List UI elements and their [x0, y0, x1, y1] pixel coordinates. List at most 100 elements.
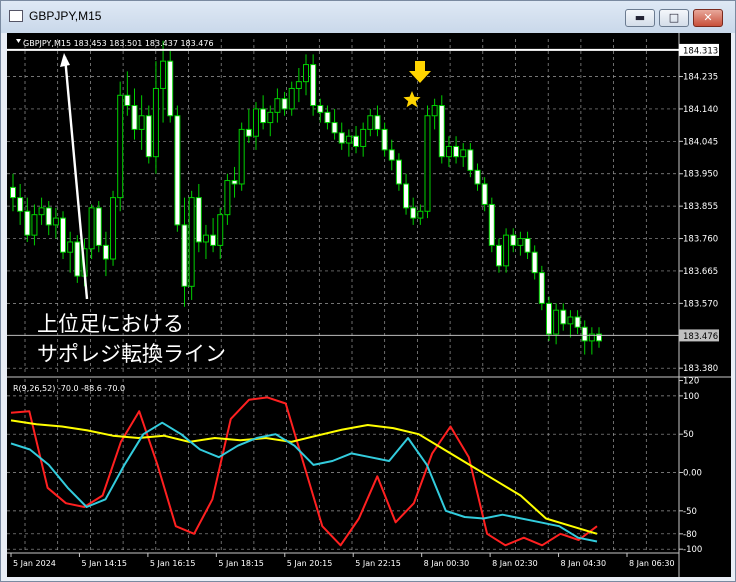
candle — [403, 173, 410, 215]
candle-body-bull — [110, 197, 117, 260]
time-tick-label: 5 Jan 18:15 — [218, 559, 264, 568]
candle — [260, 95, 267, 130]
price-candles — [10, 40, 602, 355]
candle-body-bear — [510, 234, 517, 246]
candle-body-bull — [217, 214, 224, 246]
candle-body-bear — [574, 316, 581, 328]
candle — [295, 67, 302, 103]
close-button[interactable]: ✕ — [693, 9, 723, 27]
candle — [145, 105, 152, 164]
candle-body-bear — [174, 115, 181, 226]
candle — [574, 310, 581, 335]
time-tick-label: 8 Jan 04:30 — [561, 559, 607, 568]
candle-body-bear — [495, 244, 502, 267]
window-title: GBPJPY,M15 — [29, 9, 102, 23]
candle — [245, 108, 252, 144]
candle-body-bear — [45, 207, 52, 226]
candle-body-bear — [338, 132, 345, 144]
close-icon: ✕ — [703, 11, 713, 24]
candle-body-bear — [560, 309, 567, 325]
chart-svg[interactable]: 184.235 184.140 184.045 183.950 183.855 183.7… — [7, 33, 731, 577]
candle-body-bear — [231, 180, 238, 185]
minimize-button[interactable]: ▬ — [625, 9, 655, 27]
candle-body-bear — [74, 241, 81, 277]
candle-body-bull — [445, 145, 452, 158]
chart-area[interactable]: 184.235 184.140 184.045 183.950 183.855 183.7… — [7, 33, 731, 577]
candle-body-bull — [295, 81, 302, 89]
candle-body-bull — [367, 115, 374, 130]
candle — [202, 224, 209, 260]
candle-body-bear — [10, 186, 16, 199]
candle-body-bull — [224, 180, 231, 216]
candle — [560, 303, 567, 331]
candle-body-bear — [324, 111, 331, 124]
candle — [353, 125, 360, 154]
candle-body-bull — [88, 207, 95, 250]
candle — [531, 245, 538, 280]
candle-body-bull — [567, 316, 574, 325]
candle — [431, 98, 438, 130]
candle — [345, 129, 352, 157]
candle-body-bear — [260, 108, 267, 124]
candle — [95, 201, 102, 253]
candle — [152, 61, 159, 174]
indicator-axis: 120 100 50 0.00 -50 -80 -100 — [679, 377, 702, 555]
annotation-text-line2: サポレジ転換ライン — [37, 342, 226, 366]
candle-body-bear — [145, 115, 152, 158]
candle-body-bull — [424, 115, 431, 212]
indicator-tick-label: 100 — [683, 392, 699, 402]
indicator-tick-label: 50 — [683, 430, 694, 440]
candle — [303, 54, 309, 96]
candle — [388, 139, 395, 171]
indicator-series-line — [10, 421, 598, 543]
candle-body-bear — [545, 302, 552, 335]
candle-body-bull — [152, 87, 159, 158]
candle — [110, 190, 117, 266]
price-tick-label: 183.760 — [683, 235, 718, 245]
time-tick-label: 5 Jan 2024 — [13, 559, 56, 568]
time-tick-label: 8 Jan 06:30 — [629, 559, 675, 568]
candle-body-bear — [181, 224, 188, 287]
candle-body-bear — [474, 169, 481, 185]
indicator-lines — [10, 396, 598, 547]
candle-body-bear — [538, 272, 545, 304]
candle-body-bear — [395, 159, 402, 185]
candle-body-bear — [353, 135, 360, 147]
candle-body-bear — [481, 183, 488, 205]
indicator-tick-label: -80 — [683, 530, 697, 540]
candle — [374, 105, 381, 137]
candle — [438, 95, 445, 164]
candle — [88, 204, 95, 260]
collapse-triangle-icon[interactable] — [16, 39, 21, 43]
candle-body-bear — [131, 105, 138, 130]
candle-body-bull — [274, 98, 281, 113]
price-tick-label: 184.140 — [683, 105, 718, 115]
candle-body-bear — [581, 326, 588, 342]
candle-body-bull — [288, 87, 295, 110]
annotation-text-line1: 上位足における — [37, 312, 184, 336]
candle-body-bull — [160, 60, 167, 89]
candle — [360, 122, 367, 157]
candle — [224, 173, 231, 225]
candle-body-bull — [460, 149, 467, 158]
candle — [195, 183, 202, 253]
candle — [160, 40, 167, 123]
time-tick-label: 5 Jan 14:15 — [81, 559, 127, 568]
candle — [117, 81, 124, 212]
candle-body-bear — [124, 94, 131, 107]
candle — [545, 296, 552, 341]
candle — [31, 204, 38, 246]
candle — [445, 136, 452, 167]
candle-body-bull — [238, 128, 245, 185]
price-tag-label: 184.313 — [683, 46, 718, 56]
candle — [495, 238, 502, 273]
title-bar[interactable]: GBPJPY,M15 ▬ □ ✕ — [1, 1, 735, 33]
price-tick-label: 183.380 — [683, 364, 718, 374]
candle — [210, 218, 217, 253]
candle-body-bear — [524, 238, 531, 253]
candle — [267, 105, 274, 137]
candle — [417, 204, 424, 225]
candle-body-bear — [403, 183, 410, 209]
candle — [410, 197, 417, 225]
maximize-button[interactable]: □ — [659, 9, 689, 27]
